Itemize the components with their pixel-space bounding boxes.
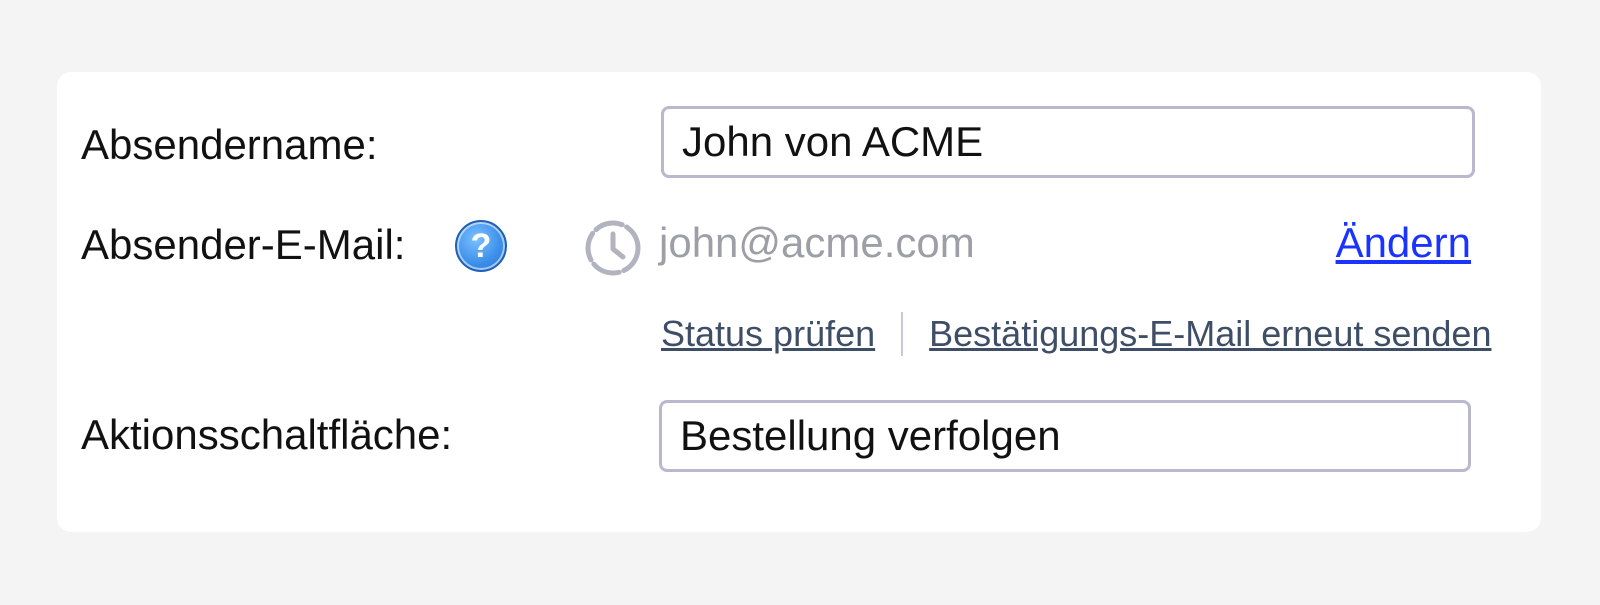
sender-settings-card: Absendername: Absender-E-Mail: ? john@ac… — [57, 72, 1541, 532]
link-separator — [901, 312, 904, 356]
sender-email-value: john@acme.com — [659, 219, 975, 266]
sender-email-label: Absender-E-Mail: — [81, 221, 406, 268]
sender-name-input[interactable] — [661, 106, 1475, 178]
sender-name-label: Absendername: — [81, 121, 378, 168]
action-button-label: Aktionsschaltfläche: — [81, 411, 453, 458]
change-email-link[interactable]: Ändern — [1336, 222, 1471, 264]
clock-icon — [585, 220, 641, 276]
question-icon[interactable]: ? — [455, 220, 507, 272]
email-verification-links: Status prüfen Bestätigungs-E-Mail erneut… — [661, 312, 1491, 356]
check-status-link[interactable]: Status prüfen — [661, 316, 875, 352]
resend-confirmation-link[interactable]: Bestätigungs-E-Mail erneut senden — [929, 316, 1491, 352]
action-button-input[interactable] — [659, 400, 1471, 472]
